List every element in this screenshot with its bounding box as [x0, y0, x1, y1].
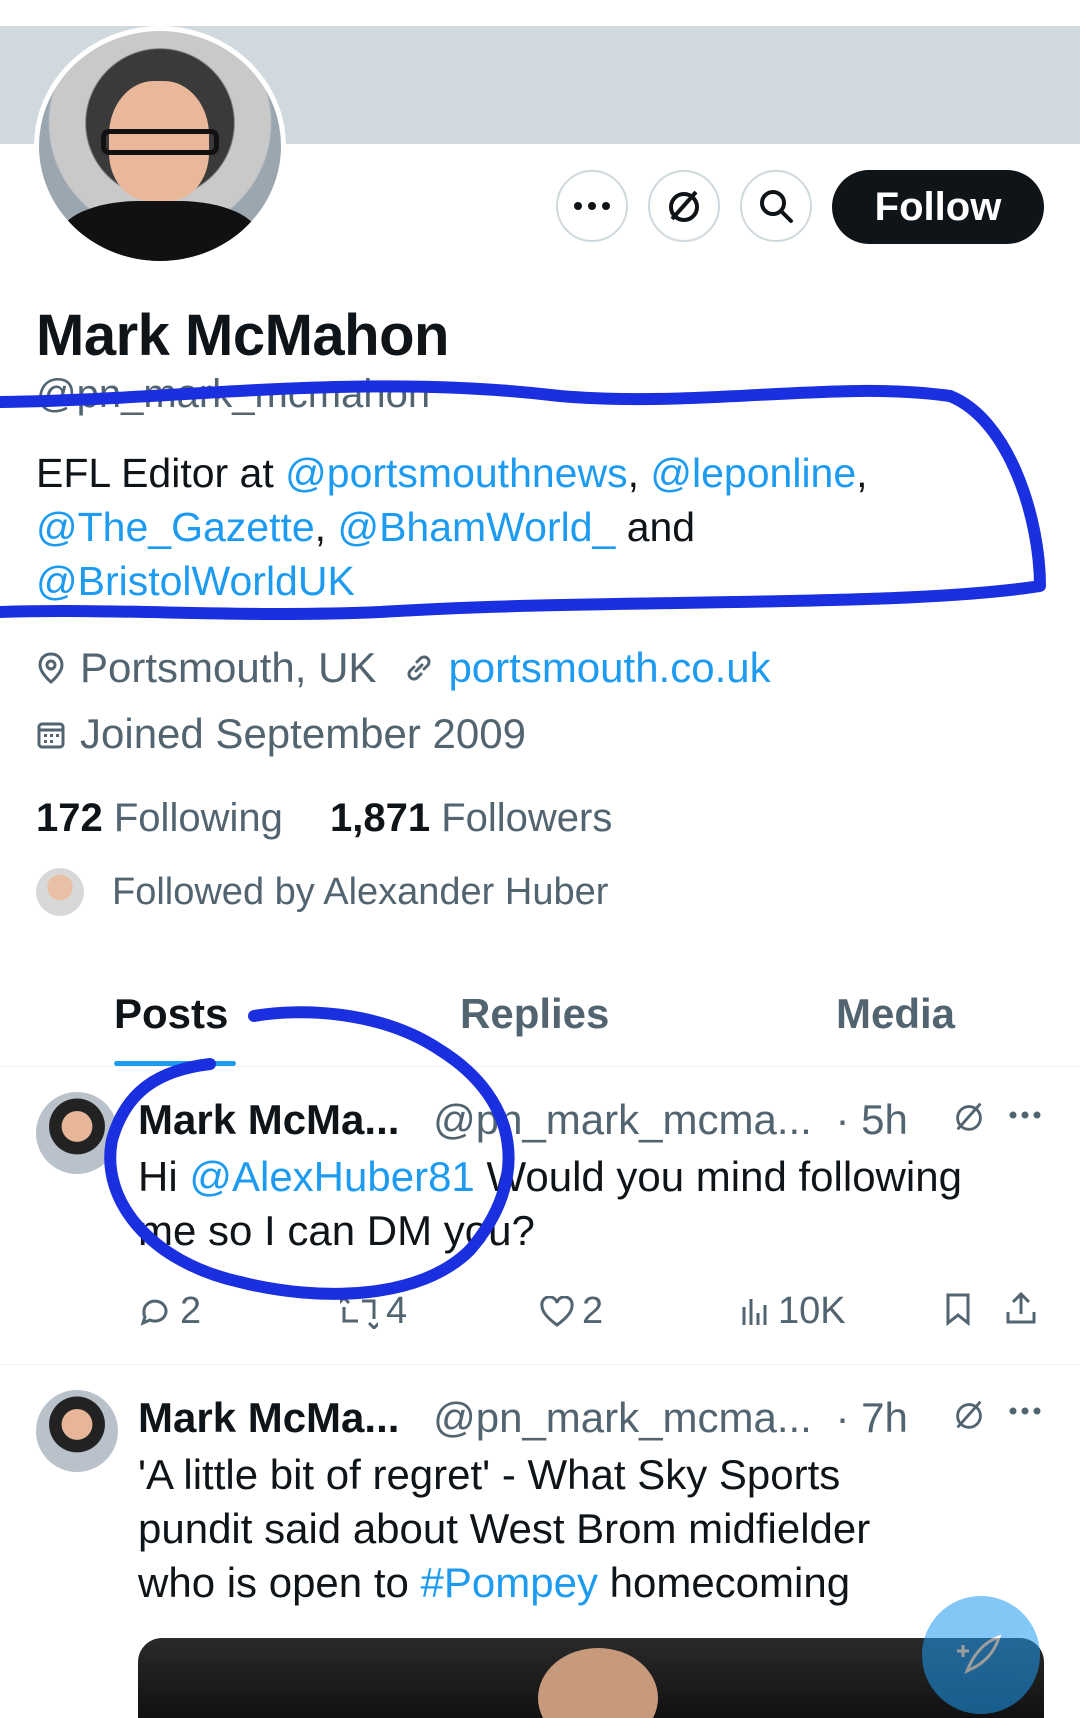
post-more-icon[interactable]	[1008, 1406, 1042, 1416]
post-avatar[interactable]	[36, 1390, 118, 1472]
tab-posts[interactable]: Posts	[114, 990, 228, 1038]
post-text-part: 'A little bit of regret' - What Sky Spor…	[138, 1451, 841, 1498]
avatar-glasses	[101, 129, 219, 155]
profile-location-row: Portsmouth, UK portsmouth.co.uk	[36, 644, 771, 692]
bio-mention-bristolworld[interactable]: @BristolWorldUK	[36, 558, 355, 604]
post-media-image[interactable]	[138, 1638, 1044, 1718]
post-time[interactable]: · 7h	[836, 1394, 908, 1441]
repost-icon	[340, 1295, 378, 1329]
follow-button[interactable]: Follow	[832, 170, 1044, 244]
post-text-part: Would you mind following	[474, 1153, 962, 1200]
bio-mention-leponline[interactable]: @leponline	[650, 450, 856, 496]
subscribe-button[interactable]	[648, 170, 720, 242]
post-author-name[interactable]: Mark McMa...	[138, 1096, 399, 1143]
post-text-part: homecoming	[597, 1559, 851, 1606]
share-icon[interactable]	[1004, 1290, 1038, 1326]
following-label: Following	[113, 796, 283, 840]
post-text-part: Hi	[138, 1153, 190, 1200]
bio-mention-portsmouthnews[interactable]: @portsmouthnews	[285, 450, 627, 496]
followers-count: 1,871	[329, 796, 431, 840]
profile-handle: @pn_mark_mcmahon	[36, 372, 431, 416]
link-icon	[404, 653, 434, 683]
tab-replies[interactable]: Replies	[460, 990, 609, 1038]
post-author-name[interactable]: Mark McMa...	[138, 1394, 399, 1441]
profile-bio: EFL Editor at @portsmouthnews, @leponlin…	[36, 446, 1036, 608]
followed-by-row[interactable]: Followed by Alexander Huber	[36, 868, 608, 916]
post-text: 'A little bit of regret' - What Sky Spor…	[138, 1448, 1058, 1610]
search-button[interactable]	[740, 170, 812, 242]
bio-text: EFL Editor at	[36, 450, 286, 496]
repost-count: 4	[386, 1290, 408, 1332]
profile-stats: 172 Following 1,871 Followers	[36, 796, 612, 841]
post-divider	[0, 1364, 1080, 1365]
post-time[interactable]: · 5h	[836, 1096, 908, 1143]
bookmark-icon[interactable]	[944, 1292, 972, 1326]
bio-and: and	[615, 504, 696, 550]
views-button[interactable]: 10K	[740, 1290, 846, 1333]
repost-button[interactable]: 4	[340, 1290, 407, 1333]
profile-avatar[interactable]	[34, 26, 286, 266]
more-icon	[574, 202, 610, 210]
bio-separator: ,	[627, 450, 651, 496]
tab-media[interactable]: Media	[836, 990, 955, 1038]
following-link[interactable]: 172 Following	[36, 796, 283, 840]
views-icon	[742, 1298, 767, 1325]
bio-mention-bhamworld[interactable]: @BhamWorld_	[337, 504, 615, 550]
post-hashtag[interactable]: #Pompey	[421, 1559, 598, 1606]
post-text-part: me so I can DM you?	[138, 1207, 535, 1254]
profile-joined: Joined September 2009	[80, 710, 526, 757]
media-person	[538, 1648, 658, 1718]
reply-icon	[140, 1299, 168, 1326]
views-count: 10K	[778, 1290, 846, 1332]
followed-by-text: Followed by Alexander Huber	[112, 870, 609, 913]
post-author-handle[interactable]: @pn_mark_mcma...	[433, 1096, 812, 1143]
subscribe-icon	[669, 190, 699, 222]
calendar-icon	[36, 718, 66, 750]
followers-label: Followers	[441, 796, 613, 840]
location-pin-icon	[36, 651, 66, 685]
top-strip	[0, 0, 1080, 26]
profile-tabs: Posts Replies Media	[0, 980, 1080, 1067]
like-button[interactable]: 2	[540, 1290, 603, 1333]
more-button[interactable]	[556, 170, 628, 242]
post-avatar[interactable]	[36, 1092, 118, 1174]
reply-button[interactable]: 2	[138, 1290, 201, 1333]
post-header: Mark McMa... @pn_mark_mcma... · 5h	[138, 1096, 908, 1144]
compose-icon	[957, 1634, 1002, 1675]
subscribe-icon[interactable]	[950, 1098, 988, 1136]
active-tab-indicator	[114, 1061, 236, 1066]
bio-mention-gazette[interactable]: @The_Gazette	[36, 504, 315, 550]
reply-count: 2	[180, 1290, 202, 1332]
profile-name: Mark McMahon	[36, 303, 449, 368]
post-author-handle[interactable]: @pn_mark_mcma...	[433, 1394, 812, 1441]
post-more-icon[interactable]	[1008, 1110, 1042, 1120]
compose-post-button[interactable]	[922, 1596, 1040, 1714]
post-text-part: pundit said about West Brom midfielder	[138, 1505, 871, 1552]
profile-website[interactable]: portsmouth.co.uk	[448, 644, 770, 692]
search-icon	[760, 190, 793, 223]
profile-location: Portsmouth, UK	[80, 644, 377, 691]
bio-separator: ,	[856, 450, 868, 496]
followers-link[interactable]: 1,871 Followers	[330, 796, 612, 840]
like-count: 2	[582, 1290, 604, 1332]
post-header: Mark McMa... @pn_mark_mcma... · 7h	[138, 1394, 908, 1442]
subscribe-icon[interactable]	[950, 1396, 988, 1434]
post-text: Hi @AlexHuber81 Would you mind following…	[138, 1150, 1058, 1258]
follower-avatar	[36, 868, 84, 916]
profile-joined-row: Joined September 2009	[36, 710, 526, 758]
post-text-part: who is open to	[138, 1559, 421, 1606]
avatar-shirt	[59, 201, 259, 261]
heart-icon	[540, 1295, 574, 1327]
post-mention[interactable]: @AlexHuber81	[189, 1153, 474, 1200]
following-count: 172	[36, 796, 103, 840]
bio-separator: ,	[314, 504, 338, 550]
